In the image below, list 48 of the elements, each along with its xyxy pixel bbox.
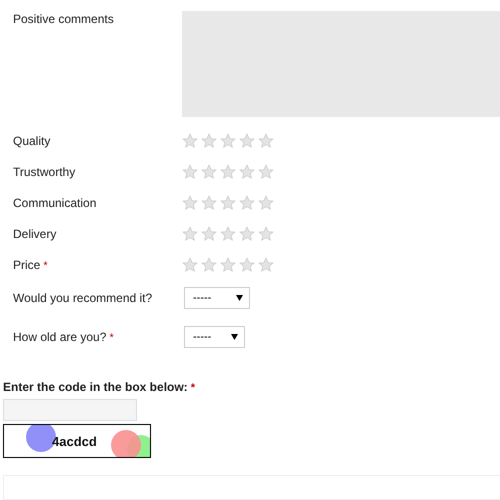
star-icon[interactable]: [182, 257, 198, 273]
required-asterisk: *: [190, 382, 196, 394]
star-icon[interactable]: [239, 133, 255, 149]
star-icon[interactable]: [220, 133, 236, 149]
required-asterisk: *: [42, 260, 48, 272]
captcha-label: Enter the code in the box below: *: [3, 380, 196, 394]
star-icon[interactable]: [239, 257, 255, 273]
dropdown[interactable]: -----: [184, 326, 245, 348]
star-icon[interactable]: [258, 195, 274, 211]
star-icon[interactable]: [201, 164, 217, 180]
star-icon[interactable]: [258, 257, 274, 273]
star-rating[interactable]: [182, 257, 274, 273]
field-label: Price *: [13, 258, 49, 272]
star-icon[interactable]: [182, 226, 198, 242]
star-icon[interactable]: [220, 226, 236, 242]
field-label: Communication: [13, 196, 98, 210]
captcha-field[interactable]: [3, 399, 137, 421]
star-rating[interactable]: [182, 226, 274, 242]
star-icon[interactable]: [201, 133, 217, 149]
star-icon[interactable]: [182, 133, 198, 149]
star-icon[interactable]: [239, 195, 255, 211]
star-rating[interactable]: [182, 164, 274, 180]
star-icon[interactable]: [220, 164, 236, 180]
star-rating[interactable]: [182, 133, 274, 149]
required-asterisk: *: [108, 332, 114, 344]
star-icon[interactable]: [258, 226, 274, 242]
field-label: Quality: [13, 134, 52, 148]
star-icon[interactable]: [220, 257, 236, 273]
field-label: How old are you? *: [13, 330, 115, 344]
star-icon[interactable]: [182, 195, 198, 211]
field-label: Would you recommend it?: [13, 291, 154, 305]
star-icon[interactable]: [258, 164, 274, 180]
star-icon[interactable]: [258, 133, 274, 149]
field-label: Trustworthy: [13, 165, 76, 179]
dropdown[interactable]: -----: [184, 287, 250, 309]
star-icon[interactable]: [201, 257, 217, 273]
captcha-code: 4acdcd: [52, 434, 97, 449]
star-icon[interactable]: [220, 195, 236, 211]
field-label: Delivery: [13, 227, 58, 241]
star-icon[interactable]: [201, 195, 217, 211]
star-icon[interactable]: [239, 226, 255, 242]
caret-icon: [236, 295, 243, 301]
field-label: Positive comments: [13, 11, 115, 26]
star-icon[interactable]: [239, 164, 255, 180]
caret-icon: [231, 334, 238, 340]
star-icon[interactable]: [182, 164, 198, 180]
star-rating[interactable]: [182, 195, 274, 211]
star-icon[interactable]: [201, 226, 217, 242]
